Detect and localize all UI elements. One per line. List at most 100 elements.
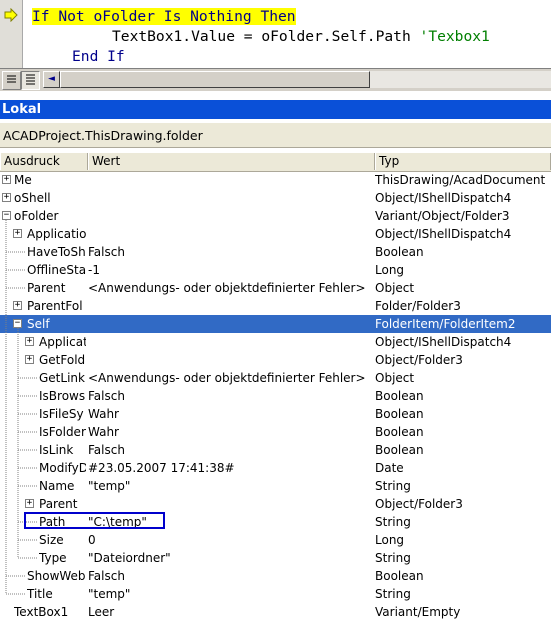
- expand-icon[interactable]: +: [25, 355, 34, 364]
- collapse-icon[interactable]: −: [2, 211, 11, 220]
- variable-type: Date: [375, 461, 404, 475]
- variable-name: GetFold: [39, 353, 86, 367]
- tree-row[interactable]: Name "temp" String: [0, 477, 551, 495]
- variable-name: OfflineStat: [27, 263, 86, 277]
- variable-type: Boolean: [375, 425, 424, 439]
- tree-row[interactable]: GetLink <Anwendungs- oder objektdefiniert…: [0, 369, 551, 387]
- variable-type: String: [375, 551, 411, 565]
- variable-name: ShowWeb: [27, 569, 86, 583]
- variable-value[interactable]: [88, 297, 371, 315]
- variable-name: Title: [27, 587, 53, 601]
- variable-type: Object/Folder3: [375, 497, 463, 511]
- variable-value[interactable]: Wahr: [88, 423, 371, 441]
- column-value[interactable]: Wert: [88, 153, 375, 170]
- tree-row[interactable]: + Applicatio Object/IShellDispatch4: [0, 225, 551, 243]
- tree-row[interactable]: Title "temp" String: [0, 585, 551, 603]
- expand-icon[interactable]: +: [13, 301, 22, 310]
- variable-value[interactable]: -1: [88, 261, 371, 279]
- locals-tree[interactable]: + Me ThisDrawing/AcadDocument + oShell Object…: [0, 171, 551, 621]
- expand-icon[interactable]: +: [25, 499, 34, 508]
- tree-row[interactable]: + ParentFol Folder/Folder3: [0, 297, 551, 315]
- tree-row[interactable]: Size 0 Long: [0, 531, 551, 549]
- code-comment: 'Texbox1: [419, 28, 490, 45]
- tree-row[interactable]: OfflineStat -1 Long: [0, 261, 551, 279]
- variable-value[interactable]: <Anwendungs- oder objektdefinierter Fehl…: [88, 279, 371, 297]
- tree-row[interactable]: HaveToSh Falsch Boolean: [0, 243, 551, 261]
- variable-type: Long: [375, 533, 405, 547]
- variable-value[interactable]: [88, 351, 371, 369]
- code-line-1[interactable]: If Not oFolder Is Nothing Then: [32, 7, 296, 27]
- full-module-view-icon[interactable]: [21, 71, 40, 90]
- variable-value[interactable]: "Dateiordner": [88, 549, 371, 567]
- scroll-left-icon[interactable]: ◄: [43, 71, 60, 88]
- variable-value[interactable]: [88, 207, 371, 225]
- tree-row[interactable]: ModifyD #23.05.2007 17:41:38# Date: [0, 459, 551, 477]
- variable-value[interactable]: [88, 495, 371, 513]
- variable-type: String: [375, 479, 411, 493]
- column-type[interactable]: Typ: [375, 153, 551, 170]
- tree-row[interactable]: IsFileSy Wahr Boolean: [0, 405, 551, 423]
- horizontal-scrollbar[interactable]: ◄: [43, 71, 551, 88]
- tree-row[interactable]: − oFolder Variant/Object/Folder3: [0, 207, 551, 225]
- expand-icon[interactable]: +: [2, 193, 11, 202]
- tree-row[interactable]: + Applicat Object/IShellDispatch4: [0, 333, 551, 351]
- variable-type: ThisDrawing/AcadDocument: [375, 173, 546, 187]
- tree-row[interactable]: TextBox1 Leer Variant/Empty: [0, 603, 551, 621]
- variable-name: ModifyD: [39, 461, 86, 475]
- variable-value[interactable]: [88, 333, 371, 351]
- variable-value[interactable]: 0: [88, 531, 371, 549]
- variable-name: IsFolder: [39, 425, 86, 439]
- variable-type: Object/IShellDispatch4: [375, 227, 512, 241]
- variable-name: ParentFol: [27, 299, 83, 313]
- variable-value[interactable]: Falsch: [88, 243, 371, 261]
- code-editor[interactable]: If Not oFolder Is Nothing Then TextBox1.…: [0, 0, 551, 68]
- scroll-thumb[interactable]: [60, 71, 370, 88]
- code-line-2[interactable]: TextBox1.Value = oFolder.Self.Path 'Texb…: [112, 27, 490, 47]
- expand-icon[interactable]: +: [2, 175, 11, 184]
- path-highlight-box: [24, 512, 165, 529]
- variable-value[interactable]: Falsch: [88, 441, 371, 459]
- variable-value[interactable]: [88, 225, 371, 243]
- expand-icon[interactable]: +: [25, 337, 34, 346]
- expand-icon[interactable]: +: [13, 229, 22, 238]
- tree-row[interactable]: IsBrows Falsch Boolean: [0, 387, 551, 405]
- variable-name: Applicatio: [27, 227, 86, 241]
- tree-row[interactable]: ShowWeb Falsch Boolean: [0, 567, 551, 585]
- procedure-view-icon[interactable]: [2, 71, 21, 90]
- editor-status-bar: ◄: [0, 68, 551, 91]
- variable-type: Object/Folder3: [375, 353, 463, 367]
- variable-type: Boolean: [375, 569, 424, 583]
- variable-value[interactable]: Falsch: [88, 387, 371, 405]
- tree-row[interactable]: + Parent Object/Folder3: [0, 495, 551, 513]
- variable-value[interactable]: Leer: [88, 603, 371, 621]
- collapse-icon[interactable]: −: [13, 319, 22, 328]
- tree-row[interactable]: IsFolder Wahr Boolean: [0, 423, 551, 441]
- editor-margin[interactable]: [0, 0, 23, 68]
- variable-value[interactable]: <Anwendungs- oder objektdefinierter Fehl…: [88, 369, 371, 387]
- variable-name: Parent: [39, 497, 78, 511]
- context-label: ACADProject.ThisDrawing.folder: [3, 128, 203, 143]
- variable-value[interactable]: Falsch: [88, 567, 371, 585]
- variable-type: Boolean: [375, 407, 424, 421]
- variable-type: Variant/Empty: [375, 605, 461, 619]
- variable-name: IsLink: [39, 443, 74, 457]
- variable-value[interactable]: [88, 315, 371, 333]
- variable-value[interactable]: [88, 189, 371, 207]
- variable-value[interactable]: #23.05.2007 17:41:38#: [88, 459, 371, 477]
- column-expression[interactable]: Ausdruck: [0, 153, 88, 170]
- variable-value[interactable]: "temp": [88, 477, 371, 495]
- variable-value[interactable]: "temp": [88, 585, 371, 603]
- tree-row[interactable]: + oShell Object/IShellDispatch4: [0, 189, 551, 207]
- variable-name: Me: [14, 173, 32, 187]
- variable-value[interactable]: Wahr: [88, 405, 371, 423]
- variable-type: Folder/Folder3: [375, 299, 461, 313]
- variable-type: Object: [375, 371, 415, 385]
- tree-row[interactable]: Type "Dateiordner" String: [0, 549, 551, 567]
- tree-row[interactable]: Parent <Anwendungs- oder objektdefinierte…: [0, 279, 551, 297]
- code-line-3[interactable]: End If: [72, 47, 125, 67]
- tree-row[interactable]: + GetFold Object/Folder3: [0, 351, 551, 369]
- tree-row[interactable]: + Me ThisDrawing/AcadDocument: [0, 171, 551, 189]
- tree-row[interactable]: − Self FolderItem/FolderItem2: [0, 315, 551, 333]
- variable-value[interactable]: [88, 171, 371, 189]
- tree-row[interactable]: IsLink Falsch Boolean: [0, 441, 551, 459]
